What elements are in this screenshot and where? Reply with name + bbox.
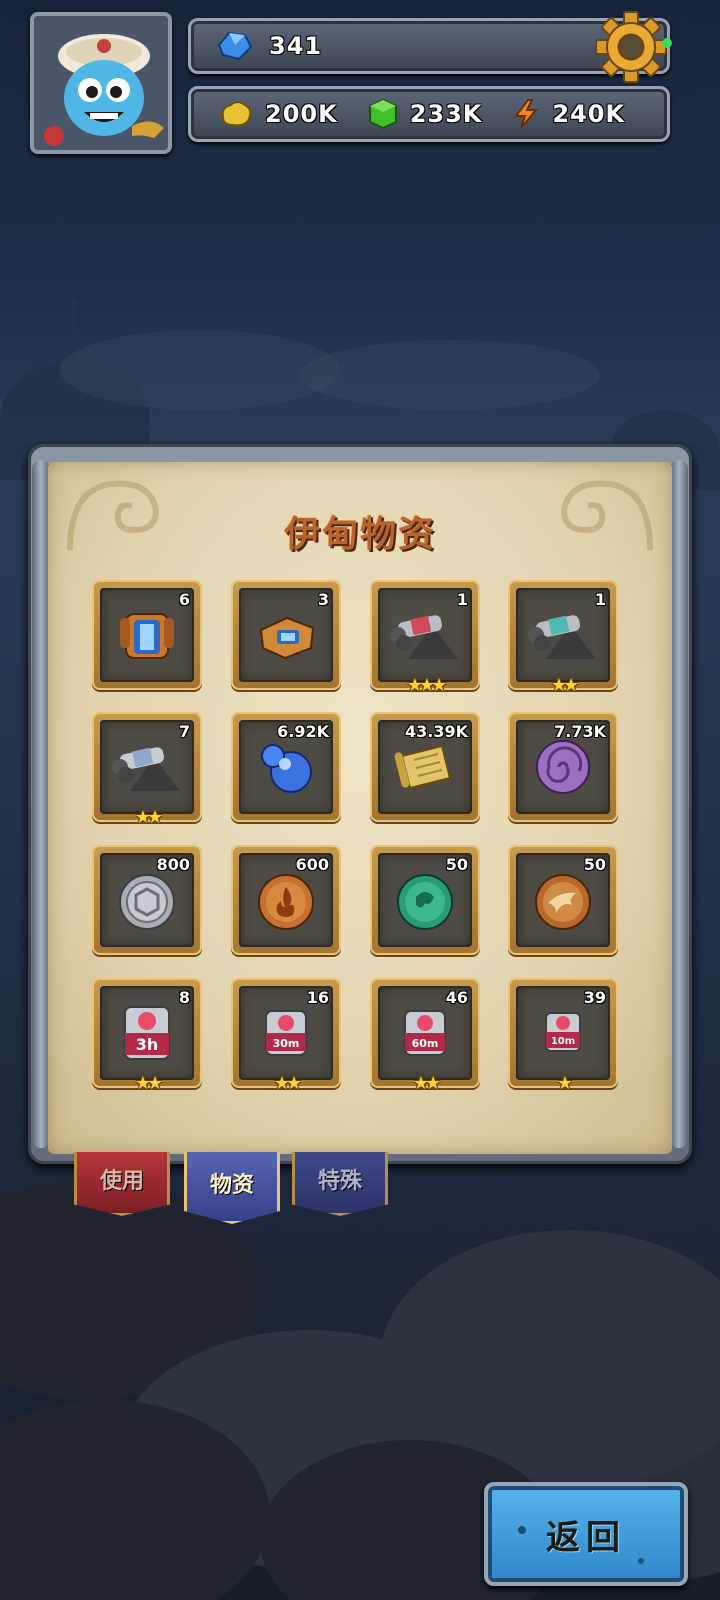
item-count: 3 [317,590,329,609]
star-rating: ★★ [550,675,579,696]
gear-icon [595,11,667,83]
timer-label: 30m [273,1037,300,1050]
silver-coin-icon [119,874,175,930]
armor-boots-icon [259,616,315,660]
item-count: 6 [178,590,190,609]
item-count: 8 [178,988,190,1007]
tab-special[interactable]: 特殊 [292,1152,388,1216]
star-rating: ★★ [412,1073,441,1094]
gold-resource[interactable]: 200K [219,99,338,129]
item-slot[interactable]: 50 [508,845,618,955]
star-rating: ★★ [134,807,163,828]
bronze-flame-coin-icon [258,874,314,930]
item-slot[interactable]: 46 60m ★★ [370,978,480,1094]
panel-title: 伊甸物资 [283,514,436,555]
green-cube-icon [368,98,397,130]
item-slot[interactable]: 7.73K [508,712,618,822]
speedup-box-icon: 3h [124,1006,170,1060]
tab-special-label: 特殊 [317,1168,362,1194]
armor-chest-icon [120,613,174,659]
item-slot[interactable]: 1 ★★ [508,580,618,696]
speedup-box-icon: 10m [545,1012,581,1052]
speedup-box-icon: 60m [404,1010,446,1056]
gold-ore-icon [221,101,252,127]
item-slot[interactable]: 3 [231,580,341,690]
energy-resource[interactable]: 240K [512,98,625,130]
player-avatar[interactable] [30,12,172,154]
scroll-icon [394,744,452,790]
timer-label: 10m [551,1036,575,1047]
genie-avatar-icon [34,16,168,150]
item-slot[interactable]: 8 3h ★★ [92,978,202,1094]
item-slot[interactable]: 39 10m ★ [508,978,618,1094]
settings-button[interactable] [594,10,672,84]
notification-dot [662,38,672,48]
item-count: 39 [583,988,606,1007]
green-coin-icon [397,874,453,930]
cannon-red-icon [390,615,458,659]
lightning-icon [514,99,539,129]
speedup-box-icon: 30m [265,1010,307,1056]
timer-label: 3h [136,1035,159,1054]
gem-count: 341 [269,32,323,60]
resource-bar: 200K 233K 240K [188,86,670,142]
timer-label: 60m [412,1037,439,1050]
tab-materials-label: 物资 [209,1172,254,1198]
purple-shell-icon [536,740,590,794]
cannon-silver-icon [112,747,180,791]
bronze-bird-coin-icon [535,874,591,930]
tab-use[interactable]: 使用 [74,1152,170,1216]
star-rating: ★ [556,1073,573,1094]
tab-use-label: 使用 [99,1168,144,1194]
energy-count: 240K [552,100,626,128]
star-rating: ★★★ [406,675,447,696]
cannon-teal-icon [528,615,596,659]
item-slot[interactable]: 6 [92,580,202,690]
tab-materials[interactable]: 物资 [184,1152,280,1224]
gold-count: 200K [265,100,338,128]
star-rating: ★★ [273,1073,302,1094]
gem-icon [217,31,253,61]
item-slot[interactable]: 600 [231,845,341,955]
elixir-count: 233K [409,100,483,128]
back-button[interactable]: 返回 [484,1482,688,1586]
back-button-label: 返回 [546,1517,626,1558]
item-slot[interactable]: 43.39K [370,712,480,822]
item-slot[interactable]: 1 ★★★ [370,580,480,696]
item-slot[interactable]: 6.92K [231,712,341,822]
item-slot[interactable]: 7 ★★ [92,712,202,828]
item-slot[interactable]: 800 [92,845,202,955]
elixir-resource[interactable]: 233K [368,98,483,130]
blue-orb-icon [261,744,312,793]
star-rating: ★★ [134,1073,163,1094]
item-slot[interactable]: 16 30m ★★ [231,978,341,1094]
item-slot[interactable]: 50 [370,845,480,955]
